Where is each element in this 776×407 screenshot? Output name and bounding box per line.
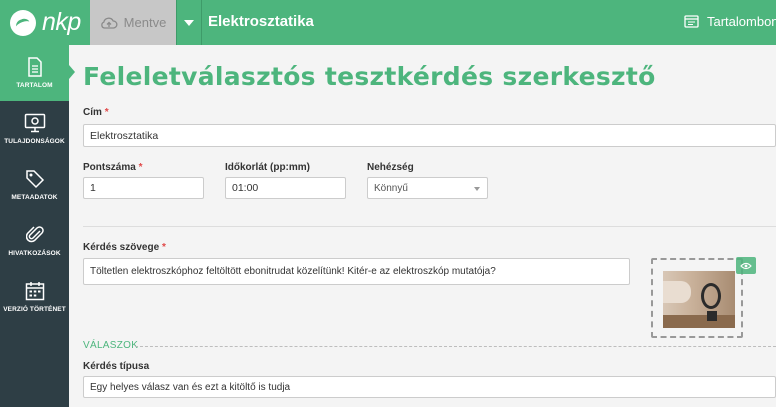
top-bar: nkp Mentve Elektrosztatika Tartalombong	[0, 0, 776, 45]
tag-icon	[25, 170, 44, 189]
sidebar-item-label: TULAJDONSÁGOK	[4, 138, 65, 145]
save-dropdown-button[interactable]	[176, 0, 202, 45]
image-table	[663, 315, 735, 328]
time-limit-input[interactable]: 01:00	[225, 177, 346, 199]
answers-section-heading: VÁLASZOK	[83, 340, 139, 351]
question-image-thumbnail[interactable]	[663, 271, 735, 328]
question-type-label: Kérdés típusa	[83, 361, 150, 372]
logo-text: nkp	[42, 8, 81, 36]
toc-button[interactable]: Tartalombong	[684, 14, 776, 29]
save-button-label: Mentve	[123, 15, 167, 30]
answers-section-line	[135, 346, 776, 347]
calendar-icon	[25, 282, 44, 301]
required-mark: *	[138, 162, 143, 173]
book-icon	[684, 15, 699, 28]
app-logo[interactable]: nkp	[0, 0, 90, 45]
document-title: Elektrosztatika	[208, 13, 314, 30]
points-label-text: Pontszáma	[83, 162, 136, 173]
cloud-upload-icon	[100, 17, 118, 29]
question-type-select[interactable]: Egy helyes válasz van és ezt a kitöltő i…	[83, 376, 776, 398]
points-label: Pontszáma *	[83, 162, 142, 173]
question-image-dropzone[interactable]	[651, 257, 756, 338]
points-input-value: 1	[90, 182, 96, 194]
caret-down-icon	[184, 19, 194, 26]
save-button[interactable]: Mentve	[90, 0, 176, 45]
page-title: Feleletválasztós tesztkérdés szerkesztő	[83, 62, 656, 91]
sidebar-item-properties[interactable]: TULAJDONSÁGOK	[0, 101, 69, 157]
question-text-input[interactable]: Töltetlen elektroszkóphoz feltöltött ebo…	[83, 258, 630, 285]
logo-mark-icon	[10, 9, 36, 36]
image-electroscope	[701, 283, 721, 309]
paperclip-icon	[25, 226, 44, 243]
title-label-text: Cím	[83, 107, 102, 118]
title-input[interactable]: Elektrosztatika	[83, 124, 776, 147]
image-hand	[663, 281, 691, 303]
sidebar: TARTALOM TULAJDONSÁGOK METAADATOK HIVATK…	[0, 45, 69, 407]
image-stand	[707, 311, 717, 321]
title-label: Cím *	[83, 107, 109, 118]
difficulty-label: Nehézség	[367, 162, 414, 173]
sidebar-item-metadata[interactable]: METAADATOK	[0, 157, 69, 213]
difficulty-select-value: Könnyű	[374, 182, 408, 194]
sidebar-item-label: TARTALOM	[16, 82, 53, 89]
eye-glyph	[740, 262, 752, 269]
sidebar-item-label: VERZIÓ TÖRTÉNET	[3, 306, 66, 313]
chevron-down-icon	[474, 187, 480, 191]
sidebar-item-references[interactable]: HIVATKOZÁSOK	[0, 213, 69, 269]
question-type-value: Egy helyes válasz van és ezt a kitöltő i…	[90, 381, 291, 393]
question-text-value: Töltetlen elektroszkóphoz feltöltött ebo…	[90, 266, 496, 277]
title-input-value: Elektrosztatika	[90, 129, 159, 142]
monitor-gear-icon	[24, 113, 45, 133]
sidebar-item-label: METAADATOK	[11, 194, 58, 201]
time-limit-input-value: 01:00	[232, 182, 259, 194]
question-text-label: Kérdés szövege *	[83, 242, 166, 253]
sidebar-item-label: HIVATKOZÁSOK	[8, 250, 61, 257]
points-input[interactable]: 1	[83, 177, 204, 199]
sidebar-item-version-history[interactable]: VERZIÓ TÖRTÉNET	[0, 269, 69, 325]
document-icon	[27, 57, 42, 77]
question-text-label-text: Kérdés szövege	[83, 242, 160, 253]
editor-main: Feleletválasztós tesztkérdés szerkesztő …	[69, 45, 776, 407]
sidebar-item-content[interactable]: TARTALOM	[0, 45, 69, 101]
difficulty-select[interactable]: Könnyű	[367, 177, 488, 199]
eye-icon[interactable]	[736, 257, 756, 274]
section-divider	[83, 226, 776, 227]
toc-label: Tartalombong	[707, 14, 776, 29]
required-mark: *	[161, 242, 166, 253]
required-mark: *	[104, 107, 109, 118]
time-limit-label: Időkorlát (pp:mm)	[225, 162, 310, 173]
